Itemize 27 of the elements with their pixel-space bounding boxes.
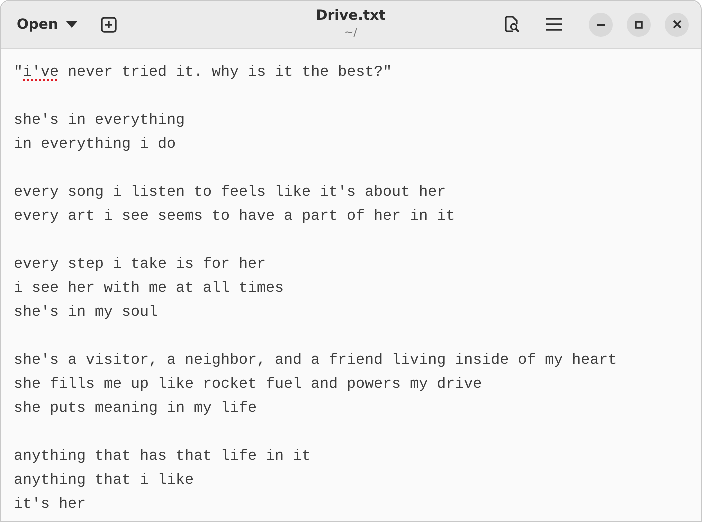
text-line: anything that has that life in it xyxy=(14,447,312,467)
text-line: she's in everything xyxy=(14,111,186,131)
text-line: in everything i do xyxy=(14,135,176,155)
text-line: "i've never tried it. why is it the best?" xyxy=(14,63,392,83)
text-line: every art i see seems to have a part of her in it xyxy=(14,207,456,227)
minimize-icon xyxy=(597,24,605,26)
window-title: Drive.txt xyxy=(316,7,386,25)
maximize-icon xyxy=(635,20,643,28)
text-line: she fills me up like rocket fuel and powers my drive xyxy=(14,375,482,395)
caret-icon xyxy=(66,21,78,28)
text-line: anything that i like xyxy=(14,471,194,491)
plus-icon xyxy=(101,16,118,32)
text-line: she's a visitor, a neighbor, and a friend living inside of my heart xyxy=(14,351,618,371)
maximize-button[interactable] xyxy=(627,12,651,36)
text-line: she's in my soul xyxy=(14,303,158,323)
document-search-icon xyxy=(504,16,520,33)
text-line: every step i take is for her xyxy=(14,255,266,275)
file-path: ~/ xyxy=(344,25,358,41)
open-button[interactable]: Open xyxy=(7,8,88,42)
close-icon xyxy=(672,20,682,29)
text-line: it's her xyxy=(14,495,86,515)
text-line: i see her with me at all times xyxy=(14,279,284,299)
text-line: every song i listen to feels like it's about her xyxy=(14,183,446,203)
close-button[interactable] xyxy=(665,12,689,36)
menu-icon xyxy=(546,18,562,31)
minimize-button[interactable] xyxy=(589,12,613,36)
text-line: she puts meaning in my life xyxy=(14,399,258,419)
